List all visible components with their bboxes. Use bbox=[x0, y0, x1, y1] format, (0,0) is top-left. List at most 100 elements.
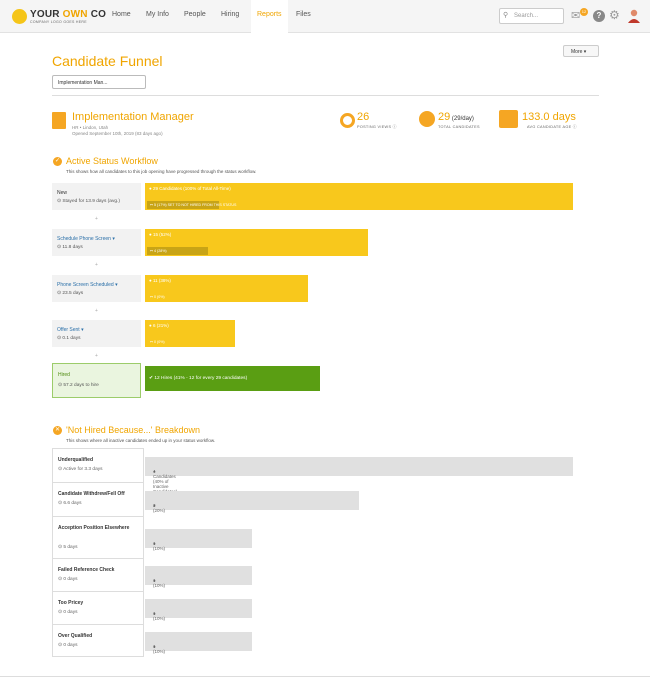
stage-count: ● 15 (52%) bbox=[149, 232, 172, 237]
avg-age-label: AVG CANDIDATE AGE ⓘ bbox=[527, 125, 577, 129]
reason-name: Candidate Withdrew/Fell Off bbox=[58, 491, 125, 497]
reason-bar: ● 1 (10%) bbox=[145, 566, 252, 588]
reason-days: ⊙ 0 days bbox=[58, 643, 78, 648]
stage-2: Phone Screen Scheduled ▾ ⊙ 23.5 days bbox=[52, 275, 141, 302]
user-icon: ● bbox=[149, 186, 152, 191]
reason-name: Over Qualified bbox=[58, 633, 93, 639]
stage-bar: ● 15 (52%) ↦ 4 (28%) bbox=[145, 229, 368, 256]
gear-icon[interactable]: ⚙ bbox=[609, 8, 620, 22]
reason-name: Failed Reference Check bbox=[58, 567, 115, 573]
stage-name: New bbox=[57, 190, 68, 196]
reason-bar: ● 1 (10%) bbox=[145, 529, 252, 551]
job-title: Implementation Manager bbox=[72, 111, 194, 123]
exit-icon: ↦ bbox=[150, 340, 154, 344]
help-icon[interactable]: ? bbox=[593, 10, 605, 22]
stage-bar: ● 29 Candidates (100% of Total All-Time)… bbox=[145, 183, 573, 210]
search-icon: ⚲ bbox=[503, 12, 509, 19]
candidates-icon bbox=[419, 111, 435, 127]
calendar-icon bbox=[499, 110, 518, 128]
avg-age-value: 133.0 days bbox=[522, 111, 576, 123]
more-button[interactable]: More ▾ bbox=[563, 45, 599, 57]
not-hired-title: 'Not Hired Because...' Breakdown bbox=[66, 425, 201, 435]
reason-bar: ● 1 (10%) bbox=[145, 632, 252, 654]
hired-days: ⊙ 57.2 days to hire bbox=[58, 383, 99, 388]
job-location: HR • Lindon, Utah bbox=[72, 125, 109, 130]
stage-0: New ⊙ Stayed for 13.9 days (avg.) bbox=[52, 183, 141, 210]
reason-row: Underqualified ⊙ Active for 3.3 days bbox=[52, 449, 144, 483]
stage-bar: ● 6 (21%) ↦ 0 (0%) bbox=[145, 320, 235, 347]
exit-icon: ↦ bbox=[150, 203, 154, 207]
logo-icon[interactable] bbox=[12, 9, 27, 24]
reason-days: ⊙ Active for 3.3 days bbox=[58, 467, 103, 472]
stage-days: ⊙ 0.1 days bbox=[57, 336, 81, 341]
not-hired-description: This shows where all inactive candidates… bbox=[66, 438, 216, 443]
eye-icon bbox=[340, 113, 355, 128]
stage-days: ⊙ 23.5 days bbox=[57, 291, 84, 296]
stage-1: Schedule Phone Screen ▾ ⊙ 11.8 days bbox=[52, 229, 141, 256]
job-filter-select[interactable]: Implementation Man... bbox=[52, 75, 146, 89]
reason-bar: ● 4 Candidates (40% of Inactive Candidat… bbox=[145, 457, 573, 494]
reason-name: Acception Position Elsewhere bbox=[58, 525, 130, 531]
exit-icon: ↦ bbox=[150, 295, 154, 299]
stage-not-hired: ↦ 4 (28%) bbox=[147, 247, 208, 255]
total-candidates-value: 29 (29/day) bbox=[438, 111, 474, 123]
hired-count: ✔ 12 Hires (41% - 12 for every 29 candid… bbox=[149, 376, 248, 381]
nav-people[interactable]: People bbox=[184, 11, 206, 18]
posting-views-label: POSTING VIEWS ⓘ bbox=[357, 125, 397, 129]
reason-row: Too Pricey ⊙ 0 days bbox=[52, 592, 144, 625]
workflow-title: Active Status Workflow bbox=[66, 156, 158, 166]
total-candidates-label: TOTAL CANDIDATES bbox=[438, 125, 480, 129]
user-icon: ● bbox=[149, 323, 152, 328]
plus-divider: + bbox=[95, 216, 98, 222]
reason-row: Over Qualified ⊙ 0 days bbox=[52, 625, 144, 657]
job-opened: Opened September 10th, 2019 (83 days ago… bbox=[72, 131, 163, 136]
hired-bar: ✔ 12 Hires (41% - 12 for every 29 candid… bbox=[145, 366, 320, 391]
notification-badge: 12 bbox=[580, 8, 588, 16]
page-title: Candidate Funnel bbox=[52, 53, 163, 69]
nav-hiring[interactable]: Hiring bbox=[221, 11, 239, 18]
nav-my-info[interactable]: My Info bbox=[146, 11, 169, 18]
stage-name[interactable]: Schedule Phone Screen ▾ bbox=[57, 236, 115, 242]
logo-tagline: COMPANY LOGO GOES HERE bbox=[30, 20, 87, 24]
user-icon: ● bbox=[149, 278, 152, 283]
footer-divider bbox=[0, 676, 650, 677]
user-icon[interactable] bbox=[628, 9, 640, 23]
x-circle-icon: ✕ bbox=[53, 426, 62, 435]
reason-row: Candidate Withdrew/Fell Off ⊙ 6.6 days bbox=[52, 483, 144, 517]
clipboard-icon bbox=[52, 112, 66, 129]
hired-label: Hired bbox=[58, 372, 70, 378]
divider bbox=[52, 95, 599, 96]
search-input[interactable]: Search... bbox=[499, 8, 564, 24]
workflow-description: This shows how all candidates to this jo… bbox=[66, 169, 257, 174]
user-icon: ● bbox=[149, 232, 152, 237]
stage-bar: ● 11 (38%) ↦ 0 (0%) bbox=[145, 275, 308, 302]
stage-days: ⊙ 11.8 days bbox=[57, 245, 83, 250]
stage-3: Offer Sent ▾ ⊙ 0.1 days bbox=[52, 320, 141, 347]
stage-name[interactable]: Phone Screen Scheduled ▾ bbox=[57, 282, 118, 288]
reason-name: Too Pricey bbox=[58, 600, 84, 606]
stage-name[interactable]: Offer Sent ▾ bbox=[57, 327, 84, 333]
reason-row: Acception Position Elsewhere ⊙ 5 days bbox=[52, 517, 144, 559]
stage-not-hired: ↦ 0 (0%) bbox=[150, 340, 165, 344]
nav-files[interactable]: Files bbox=[296, 11, 311, 18]
reason-days: ⊙ 5 days bbox=[58, 545, 78, 550]
reason-bar: ● 2 (20%) bbox=[145, 491, 359, 513]
reason-row: Failed Reference Check ⊙ 0 days bbox=[52, 559, 144, 592]
nav-reports[interactable]: Reports bbox=[251, 0, 288, 34]
top-nav: YOUR OWN CO COMPANY LOGO GOES HERE Home … bbox=[0, 0, 650, 34]
exit-icon: ↦ bbox=[150, 249, 154, 253]
nav-home[interactable]: Home bbox=[112, 11, 131, 18]
check-icon: ✓ bbox=[53, 157, 62, 166]
stage-days: ⊙ Stayed for 13.9 days (avg.) bbox=[57, 199, 120, 204]
stage-count: ● 11 (38%) bbox=[149, 278, 171, 283]
plus-divider: + bbox=[95, 308, 98, 314]
reason-name: Underqualified bbox=[58, 457, 94, 463]
plus-divider: + bbox=[95, 353, 98, 359]
company-logo[interactable]: YOUR OWN CO bbox=[30, 9, 106, 20]
stage-count: ● 29 Candidates (100% of Total All-Time) bbox=[149, 186, 231, 191]
reason-days: ⊙ 0 days bbox=[58, 610, 78, 615]
check-icon: ✔ bbox=[149, 376, 154, 381]
reason-days: ⊙ 6.6 days bbox=[58, 501, 82, 506]
stage-hired: Hired ⊙ 57.2 days to hire bbox=[52, 363, 141, 398]
inbox-icon[interactable]: ✉ bbox=[571, 9, 580, 22]
